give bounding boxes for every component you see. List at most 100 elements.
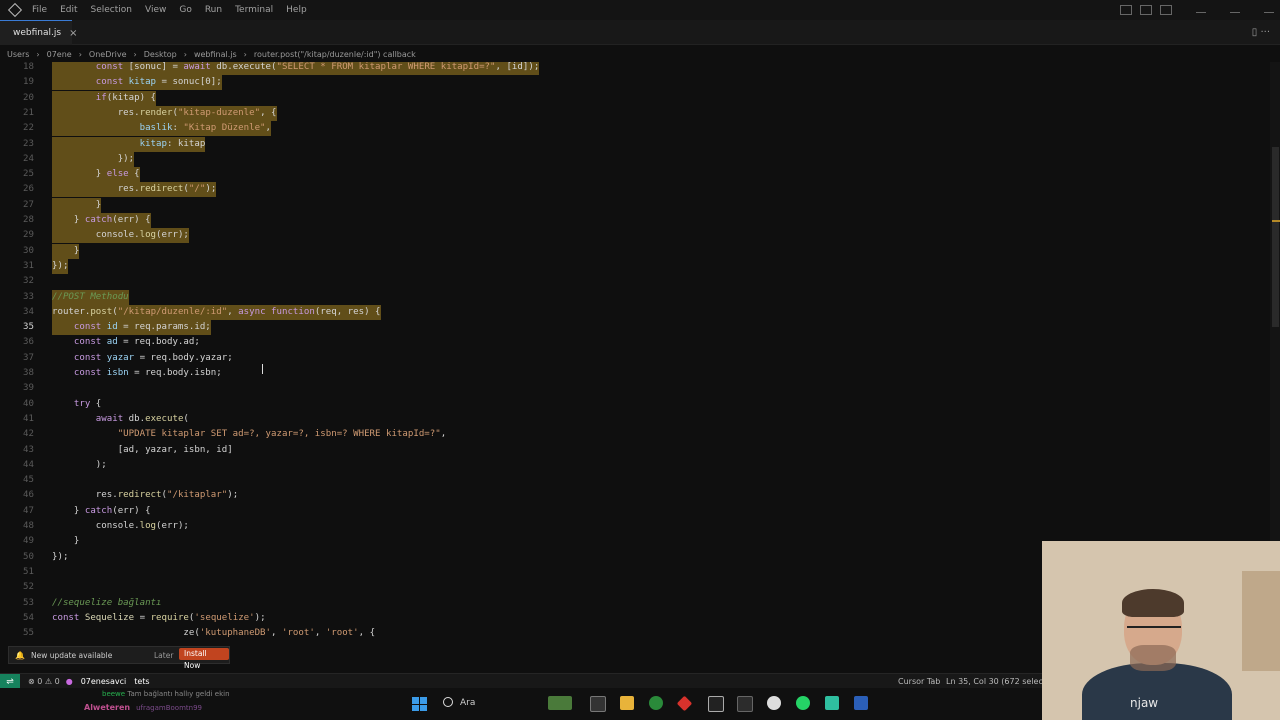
- cursor-tab-status[interactable]: Cursor Tab: [898, 677, 940, 686]
- code-line[interactable]: 38 const isbn = req.body.isbn;: [0, 366, 1270, 381]
- code-text: const ad = req.body.ad;: [52, 335, 200, 350]
- close-tab-icon[interactable]: ×: [69, 28, 77, 39]
- code-line[interactable]: 41 await db.execute(: [0, 412, 1270, 427]
- code-line[interactable]: 40 try {: [0, 397, 1270, 412]
- code-token: = req.body.yazar;: [134, 352, 233, 363]
- code-line[interactable]: 22 baslik: "Kitap Düzenle",: [0, 121, 1270, 137]
- code-line[interactable]: 31});: [0, 258, 1270, 274]
- menu-go[interactable]: Go: [179, 5, 191, 15]
- code-line[interactable]: 42 "UPDATE kitaplar SET ad=?, yazar=?, i…: [0, 427, 1270, 442]
- close-window-icon[interactable]: [1264, 8, 1274, 13]
- menu-selection[interactable]: Selection: [91, 5, 132, 15]
- menu-terminal[interactable]: Terminal: [235, 5, 273, 15]
- code-text: const id = req.params.id;: [52, 320, 211, 336]
- file-explorer-icon[interactable]: [620, 696, 634, 710]
- code-line[interactable]: 32: [0, 274, 1270, 289]
- code-line[interactable]: 21 res.render("kitap-duzenle", {: [0, 105, 1270, 121]
- code-line[interactable]: 35 const id = req.params.id;: [0, 320, 1270, 336]
- notepad-icon[interactable]: [737, 696, 753, 712]
- bell-icon: 🔔: [15, 650, 25, 660]
- breadcrumb-item[interactable]: 07ene: [47, 50, 72, 59]
- code-line[interactable]: 28 } catch(err) {: [0, 213, 1270, 228]
- menu-help[interactable]: Help: [286, 5, 307, 15]
- line-number: 18: [23, 62, 34, 72]
- code-line[interactable]: 37 const yazar = req.body.yazar;: [0, 351, 1270, 366]
- code-text: kitap: kitap: [52, 136, 206, 152]
- menu-run[interactable]: Run: [205, 5, 222, 15]
- code-line[interactable]: 24 });: [0, 151, 1270, 167]
- whatsapp-icon[interactable]: [796, 696, 810, 710]
- code-line[interactable]: 44 );: [0, 458, 1270, 473]
- windows-start-icon[interactable]: [412, 697, 427, 711]
- split-editor-icon[interactable]: ▯ ···: [1252, 27, 1270, 38]
- code-line[interactable]: 39: [0, 381, 1270, 396]
- word-icon[interactable]: [854, 696, 868, 710]
- code-text: console.log(err);: [52, 228, 189, 244]
- code-line[interactable]: 33 //POST Methodu: [0, 289, 1270, 305]
- tab-webfinal[interactable]: webfinal.js ×: [0, 20, 77, 45]
- update-message: New update available: [30, 650, 113, 660]
- code-token: const: [52, 352, 107, 363]
- code-token: {: [90, 398, 102, 409]
- line-number: 33: [23, 291, 34, 302]
- cursor-app-icon[interactable]: [708, 696, 724, 712]
- code-token: try: [52, 398, 91, 409]
- tab-bar: webfinal.js × ▯ ···: [0, 20, 1280, 45]
- code-token: log: [139, 521, 157, 531]
- code-line[interactable]: 34 router.post("/kitap/duzenle/:id", asyn…: [0, 304, 1270, 320]
- code-text: }: [52, 243, 80, 259]
- task-view-icon[interactable]: [590, 696, 606, 712]
- panel-icon[interactable]: [1140, 5, 1152, 15]
- line-number: 38: [23, 368, 34, 378]
- code-line[interactable]: 29 console.log(err);: [0, 228, 1270, 244]
- code-line[interactable]: 23 kitap: kitap: [0, 136, 1270, 152]
- code-token: , {: [358, 628, 376, 639]
- code-line[interactable]: 20 if(kitap) {: [0, 90, 1270, 106]
- menu-view[interactable]: View: [145, 5, 166, 15]
- install-now-button[interactable]: Install Now: [179, 648, 229, 670]
- line-number: 27: [23, 199, 34, 210]
- line-number: 35: [23, 322, 34, 333]
- breadcrumb-item[interactable]: OneDrive: [89, 50, 127, 59]
- code-line[interactable]: 47 } catch(err) {: [0, 504, 1270, 519]
- breadcrumb-item[interactable]: webfinal.js: [194, 50, 237, 59]
- code-line[interactable]: 26 res.redirect("/");: [0, 182, 1270, 198]
- code-token: yazar: [106, 352, 135, 363]
- code-line[interactable]: 45: [0, 473, 1270, 488]
- code-line[interactable]: 48 console.log(err);: [0, 519, 1270, 534]
- search-icon[interactable]: [443, 697, 453, 707]
- widget-icon[interactable]: [548, 696, 572, 710]
- breadcrumb-item[interactable]: Desktop: [144, 50, 177, 59]
- code-line[interactable]: 25 } else {: [0, 167, 1270, 183]
- app-icon[interactable]: [825, 696, 839, 710]
- chrome-icon[interactable]: [649, 696, 663, 710]
- problems-indicator[interactable]: ⊗ 0 ⚠ 0: [28, 677, 60, 686]
- code-line[interactable]: 27 }: [0, 197, 1270, 213]
- breadcrumb-item[interactable]: Users: [7, 50, 29, 59]
- layout-icon[interactable]: [1120, 5, 1132, 15]
- code-line[interactable]: 30 }: [0, 243, 1270, 259]
- code-token: "UPDATE kitaplar SET ad=?, yazar=?, isbn…: [52, 429, 441, 440]
- menu-edit[interactable]: Edit: [60, 5, 77, 15]
- sidebar-icon[interactable]: [1160, 5, 1172, 15]
- code-line[interactable]: 36 const ad = req.body.ad;: [0, 335, 1270, 350]
- code-line[interactable]: 43 [ad, yazar, isbn, id]: [0, 443, 1270, 458]
- scroll-thumb[interactable]: [1272, 147, 1279, 327]
- code-line[interactable]: 18 const [sonuc] = await db.execute("SEL…: [0, 62, 1270, 75]
- github-icon[interactable]: [767, 696, 781, 710]
- remote-icon[interactable]: ⇌: [0, 674, 20, 689]
- code-text: await db.execute(: [52, 412, 189, 427]
- code-token: //POST Methodu: [52, 291, 129, 302]
- code-line[interactable]: 19 const kitap = sonuc[0];: [0, 75, 1270, 91]
- code-token: , [id]);: [495, 62, 540, 72]
- line-number: 29: [23, 230, 34, 241]
- maximize-icon[interactable]: [1230, 8, 1240, 13]
- breadcrumb-item[interactable]: router.post("/kitap/duzenle/:id") callba…: [254, 50, 416, 59]
- code-token: const: [52, 612, 85, 623]
- code-line[interactable]: 46 res.redirect("/kitaplar");: [0, 488, 1270, 503]
- later-button[interactable]: Later: [154, 651, 173, 660]
- git-icon[interactable]: [676, 695, 693, 712]
- taskbar-search[interactable]: Ara: [460, 698, 475, 708]
- menu-file[interactable]: File: [32, 5, 47, 15]
- minimize-icon[interactable]: [1196, 8, 1206, 13]
